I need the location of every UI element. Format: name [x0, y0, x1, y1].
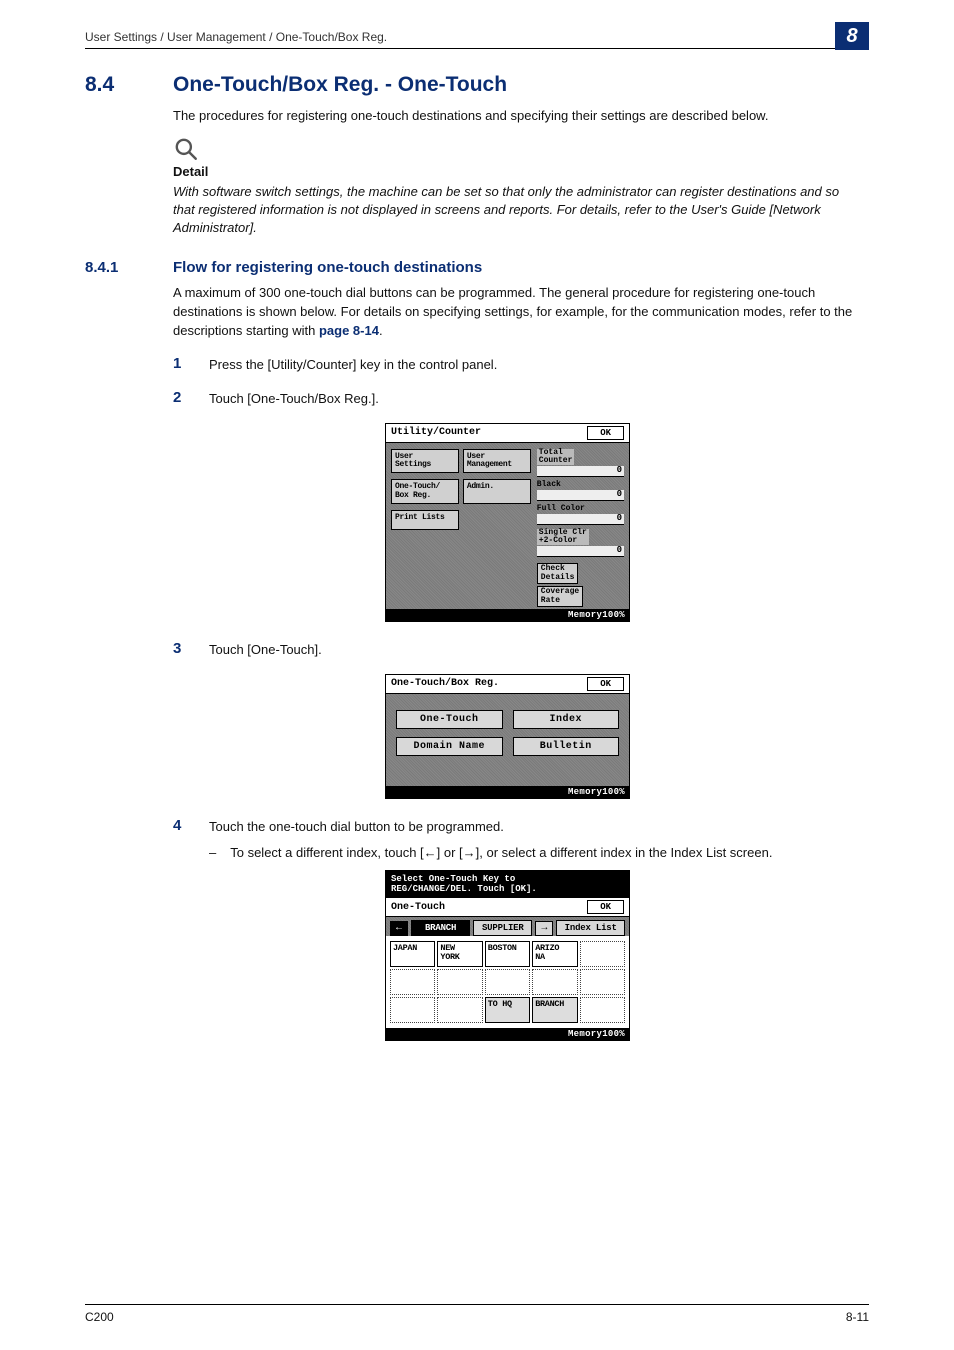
ok-button[interactable]: OK [587, 677, 624, 691]
one-touch-key[interactable]: BRANCH [532, 997, 577, 1023]
memory-indicator: Memory100% [386, 609, 629, 621]
next-index-arrow-icon[interactable]: → [535, 921, 553, 936]
one-touch-key-empty[interactable] [437, 997, 482, 1023]
one-touch-key-empty[interactable] [485, 969, 530, 995]
section-intro: The procedures for registering one-touch… [173, 107, 869, 126]
subsection-intro: A maximum of 300 one-touch dial buttons … [173, 284, 869, 341]
total-counter-label: TotalCounter [537, 449, 575, 466]
section-number: 8.4 [85, 73, 145, 97]
screen-title: One-Touch [391, 902, 445, 913]
detail-body: With software switch settings, the machi… [173, 183, 863, 238]
step-text: Touch [One-Touch]. [209, 640, 322, 660]
index-button[interactable]: Index [513, 710, 620, 729]
single-color-label: Single Clr+2-Color [537, 529, 589, 546]
one-touch-key[interactable]: ARIZONA [532, 941, 577, 967]
one-touch-key[interactable]: NEWYORK [437, 941, 482, 967]
bullet-dash: – [209, 845, 216, 860]
one-touch-key[interactable]: TO HQ [485, 997, 530, 1023]
step-number: 2 [173, 389, 187, 406]
step-text: Touch the one-touch dial button to be pr… [209, 817, 504, 837]
print-lists-button[interactable]: Print Lists [391, 510, 459, 530]
full-color-value: 0 [537, 514, 624, 525]
one-touch-key-empty[interactable] [390, 997, 435, 1023]
ok-button[interactable]: OK [587, 900, 624, 914]
full-color-label: Full Color [537, 505, 624, 514]
page-reference-link[interactable]: page 8-14 [319, 323, 379, 338]
one-touch-key-empty[interactable] [580, 997, 625, 1023]
step-number: 1 [173, 355, 187, 372]
one-touch-key-empty[interactable] [580, 941, 625, 967]
one-touch-key-empty[interactable] [532, 969, 577, 995]
step-number: 3 [173, 640, 187, 657]
ok-button[interactable]: OK [587, 426, 624, 440]
one-touch-button[interactable]: One-Touch [396, 710, 503, 729]
instruction-line-2: REG/CHANGE/DEL. Touch [OK]. [391, 884, 624, 895]
breadcrumb: User Settings / User Management / One-To… [85, 30, 869, 49]
memory-indicator: Memory100% [386, 1028, 629, 1040]
admin-button[interactable]: Admin. [463, 479, 531, 504]
step-number: 4 [173, 817, 187, 834]
black-label: Black [537, 481, 624, 490]
screenshot-utility-counter: Utility/Counter OK UserSettings UserMana… [385, 423, 630, 622]
one-touch-box-reg-button[interactable]: One-Touch/Box Reg. [391, 479, 459, 504]
tab-branch[interactable]: BRANCH [411, 920, 470, 936]
tab-supplier[interactable]: SUPPLIER [473, 920, 532, 936]
chapter-number-badge: 8 [835, 22, 869, 50]
footer-model: C200 [85, 1310, 114, 1324]
domain-name-button[interactable]: Domain Name [396, 737, 503, 756]
step-substep-text: To select a different index, touch [←] o… [230, 845, 772, 860]
one-touch-key[interactable]: JAPAN [390, 941, 435, 967]
subsection-title: Flow for registering one-touch destinati… [173, 259, 482, 276]
user-settings-button[interactable]: UserSettings [391, 449, 459, 474]
index-list-button[interactable]: Index List [556, 920, 625, 936]
memory-indicator: Memory100% [386, 786, 629, 798]
one-touch-key-empty[interactable] [390, 969, 435, 995]
coverage-rate-button[interactable]: CoverageRate [537, 586, 583, 607]
one-touch-key-empty[interactable] [580, 969, 625, 995]
total-counter-value: 0 [537, 466, 624, 477]
step-text: Touch [One-Touch/Box Reg.]. [209, 389, 379, 409]
screen-title: Utility/Counter [391, 427, 481, 438]
instruction-line-1: Select One-Touch Key to [391, 874, 624, 885]
detail-label: Detail [173, 164, 869, 179]
check-details-button[interactable]: CheckDetails [537, 563, 579, 584]
screenshot-one-touch-box-reg: One-Touch/Box Reg. OK One-Touch Index Do… [385, 674, 630, 799]
single-color-value: 0 [537, 546, 624, 557]
magnifier-icon [173, 136, 199, 162]
black-value: 0 [537, 490, 624, 501]
prev-index-arrow-icon[interactable]: ← [390, 921, 408, 936]
one-touch-key-empty[interactable] [437, 969, 482, 995]
step-text: Press the [Utility/Counter] key in the c… [209, 355, 497, 375]
screenshot-one-touch-select: Select One-Touch Key to REG/CHANGE/DEL. … [385, 870, 630, 1042]
bulletin-button[interactable]: Bulletin [513, 737, 620, 756]
screen-title: One-Touch/Box Reg. [391, 678, 499, 689]
one-touch-key[interactable]: BOSTON [485, 941, 530, 967]
subsection-number: 8.4.1 [85, 259, 145, 276]
user-management-button[interactable]: UserManagement [463, 449, 531, 474]
section-title: One-Touch/Box Reg. - One-Touch [173, 73, 507, 97]
footer-page-number: 8-11 [846, 1310, 869, 1324]
